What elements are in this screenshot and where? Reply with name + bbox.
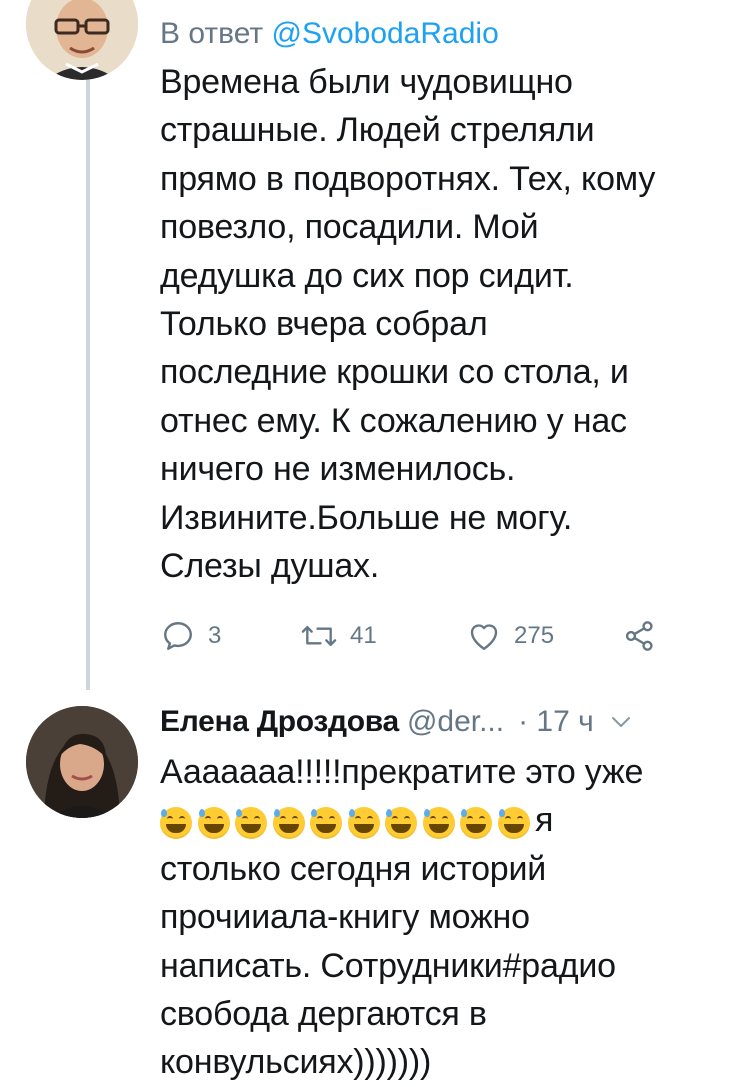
share-button[interactable] <box>622 614 658 658</box>
reply-icon <box>164 622 192 650</box>
reply-prefix: В ответ <box>160 17 264 50</box>
tweet-actions: 3 41 275 <box>160 614 680 658</box>
tweet-header: Елена Дроздова @der... · 17 ч <box>160 700 738 744</box>
like-count: 275 <box>514 622 555 649</box>
grinning-face-with-sweat-emoji <box>385 806 417 839</box>
tweet-text: Ааааааа!!!!!прекратите это уже я столько… <box>160 748 738 1087</box>
tweet-text-line: страшные. Людей стреляли <box>160 111 595 150</box>
tweet-text-line: написать. Сотрудники#радио <box>160 946 616 985</box>
grinning-face-with-sweat-emoji <box>272 806 305 839</box>
avatar-photo <box>26 0 138 80</box>
grinning-face-with-sweat-emoji <box>422 806 455 839</box>
avatar-photo <box>26 706 138 818</box>
share-icon <box>625 621 653 651</box>
tweet-menu-button[interactable] <box>610 715 632 729</box>
tweet-text: Времена были чудовищно страшные. Людей с… <box>160 58 738 590</box>
retweet-button[interactable]: 41 <box>300 614 377 658</box>
chevron-down-icon <box>611 717 630 727</box>
tweet-text-line: дедушка до сих пор сидит. <box>160 256 574 295</box>
tweet-timestamp[interactable]: · 17 ч <box>518 705 594 739</box>
retweet-count: 41 <box>350 622 377 649</box>
retweet-icon <box>301 626 337 646</box>
tweet-text-line: отнес ему. К сожалению у нас <box>160 401 627 440</box>
grinning-face-with-sweat-emoji <box>197 806 230 839</box>
author-name[interactable]: Елена Дроздова <box>160 705 399 739</box>
reply-tweet[interactable]: Елена Дроздова @der... · 17 ч Ааааааа!!!… <box>160 700 738 1087</box>
tweet-text-line: Извините.Больше не могу. <box>160 498 573 537</box>
tweet-text-line: ничего не изменилось. <box>160 450 516 489</box>
grinning-face-with-sweat-emoji <box>460 806 492 839</box>
tweet-text-line: последние крошки со стола, и <box>160 353 629 392</box>
reply-count: 3 <box>208 622 222 649</box>
grinning-face-with-sweat-emoji <box>310 806 342 839</box>
like-button[interactable]: 275 <box>466 614 554 658</box>
grinning-face-with-sweat-emoji <box>235 806 267 839</box>
reply-context: В ответ @SvobodaRadio <box>160 14 738 54</box>
author-handle[interactable]: @der... <box>407 705 504 739</box>
avatar[interactable] <box>26 0 138 80</box>
tweet-text-line: Ааааааа!!!!!прекратите это уже <box>160 753 644 791</box>
grinning-face-with-sweat-emoji <box>160 806 192 839</box>
thread-connector-line <box>86 78 90 690</box>
like-icon <box>470 624 498 650</box>
tweet-text-fragment: я <box>535 801 554 840</box>
tweet-text-line: свобода дергаются в <box>160 995 487 1034</box>
avatar[interactable] <box>26 706 138 818</box>
grinning-face-with-sweat-emoji <box>497 806 530 839</box>
reply-button[interactable]: 3 <box>160 614 221 658</box>
tweet-text-line: столько сегодня историй <box>160 849 547 888</box>
emoji-row: я <box>160 796 738 844</box>
tweet-text-line: прочииала-книгу можно <box>160 898 530 937</box>
reply-mention-link[interactable]: @SvobodaRadio <box>271 17 498 50</box>
tweet-text-line: Времена были чудовищно <box>160 63 573 101</box>
reply-tweet[interactable]: В ответ @SvobodaRadio Времена были чудов… <box>160 14 738 590</box>
grinning-face-with-sweat-emoji <box>347 806 380 839</box>
tweet-text-line: прямо в подворотнях. Тех, кому <box>160 159 656 198</box>
tweet-text-line: повезло, посадили. Мой <box>160 208 539 247</box>
tweet-text-line: Слезы душах. <box>160 547 380 586</box>
tweet-text-line: Только вчера собрал <box>160 305 488 344</box>
